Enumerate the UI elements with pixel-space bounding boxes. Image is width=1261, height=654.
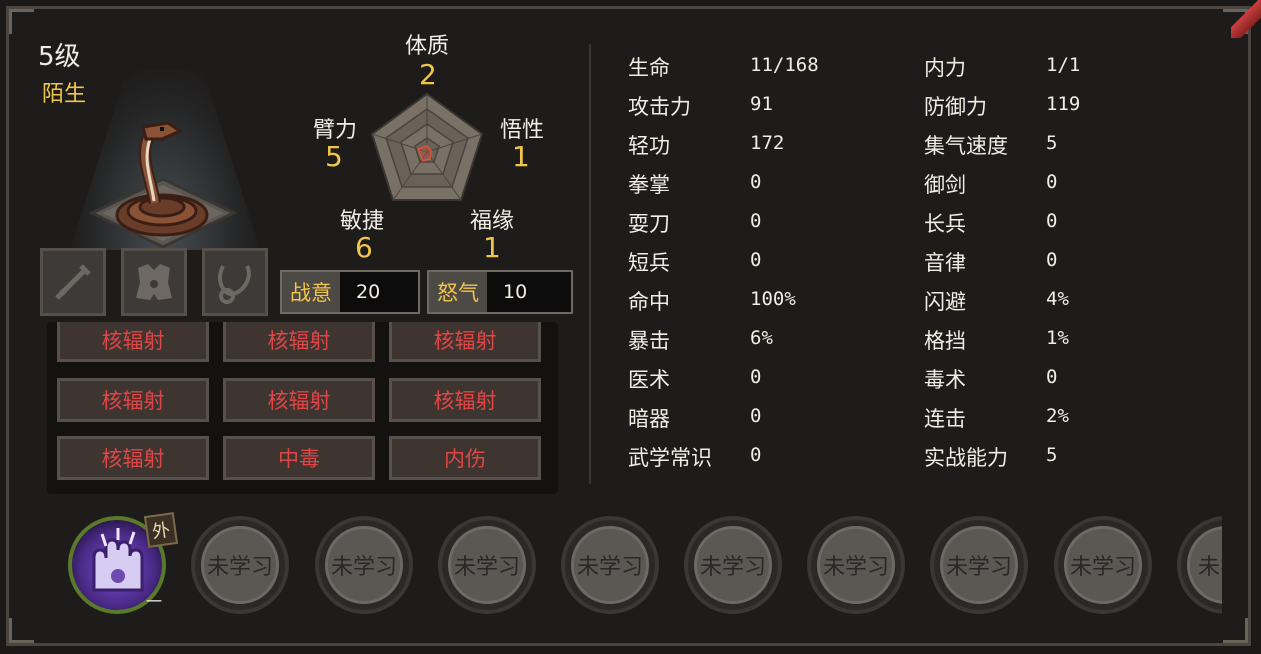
character-level: 5级 [38, 42, 81, 72]
stats_left-stat-value: 91 [750, 93, 773, 115]
necklace-icon [218, 265, 251, 304]
stats_left-stat-name: 武学常识 [628, 446, 712, 470]
zhanyi-box: 战意 20 [280, 270, 420, 314]
status-effect[interactable]: 核辐射 [57, 436, 209, 480]
stats_right-stat-value: 119 [1046, 93, 1081, 115]
stats_right-stat-value: 1% [1046, 327, 1069, 349]
nuqi-value: 10 [503, 281, 528, 303]
status-effect[interactable]: 内伤 [389, 436, 541, 480]
skill-slot-empty[interactable]: 未学习 [438, 516, 536, 614]
attr-tizhi-value: 2 [419, 58, 437, 91]
stats_left-stat-name: 命中 [628, 290, 670, 314]
stats_right-stat-value: 4% [1046, 288, 1069, 310]
stats_left-stat-name: 轻功 [628, 134, 670, 158]
attr-fuyuan-value: 1 [483, 231, 501, 264]
attribute-radar-chart [370, 92, 484, 201]
stats_right-stat-name: 集气速度 [924, 134, 1008, 158]
armor-slot[interactable] [121, 248, 187, 316]
stats_right-stat-value: 0 [1046, 171, 1058, 193]
frame-corner [9, 9, 34, 34]
stats_left-stat-value: 0 [750, 405, 762, 427]
attr-wuxing-value: 1 [512, 140, 530, 173]
stats_left-stat-value: 0 [750, 249, 762, 271]
skill-slot-empty[interactable]: 未学习 [315, 516, 413, 614]
stats_right-stat-value: 0 [1046, 249, 1058, 271]
stats_left-stat-name: 拳掌 [628, 173, 670, 197]
armor-icon [136, 264, 172, 300]
stats_right-stat-name: 实战能力 [924, 446, 1008, 470]
status-effect[interactable]: 中毒 [223, 436, 375, 480]
stats_left-stat-name: 耍刀 [628, 212, 670, 236]
stats_left-stat-name: 医术 [628, 368, 670, 392]
frame-corner [9, 618, 34, 643]
skill-slot-empty[interactable]: 未学习 [561, 516, 659, 614]
coiled-snake-icon [115, 121, 209, 237]
weapon-slot[interactable] [40, 248, 106, 316]
stats_right-stat-value: 5 [1046, 132, 1058, 154]
stats_right-stat-name: 长兵 [924, 212, 966, 236]
stats_left-stat-value: 0 [750, 366, 762, 388]
stats_left-stat-value: 0 [750, 171, 762, 193]
status-effect[interactable]: 核辐射 [389, 322, 541, 362]
zhanyi-value: 20 [356, 281, 381, 303]
attr-tizhi-label: 体质 [405, 34, 450, 59]
stats_right-stat-value: 0 [1046, 366, 1058, 388]
skill-slot-empty[interactable]: 未学习 [1054, 516, 1152, 614]
attr-minjie-value: 6 [355, 231, 373, 264]
external-skill-badge: 外 [143, 512, 179, 548]
skill-bar: 外 一 未学习 未学习 未学习 未学习 未学习 未学习 未学习 未学习 未学 [62, 510, 1222, 620]
status-effects-panel[interactable]: 核辐射 核辐射 核辐射 核辐射 核辐射 核辐射 核辐射 中毒 内伤 [47, 322, 558, 494]
skill-level-tag: 一 [146, 592, 163, 611]
stats_left-stat-value: 0 [750, 210, 762, 232]
skill-slot-empty[interactable]: 未学习 [191, 516, 289, 614]
skill-slot-empty[interactable]: 未学习 [930, 516, 1028, 614]
sword-icon [55, 264, 91, 300]
nuqi-label: 怒气 [429, 272, 487, 312]
status-effect[interactable]: 核辐射 [223, 378, 375, 422]
stats_left-stat-name: 生命 [628, 56, 670, 80]
status-effect[interactable]: 核辐射 [223, 322, 375, 362]
status-effect[interactable]: 核辐射 [57, 322, 209, 362]
status-effect[interactable]: 核辐射 [389, 378, 541, 422]
stats_right-stat-name: 连击 [924, 407, 966, 431]
stats_left-stat-value: 0 [750, 444, 762, 466]
stats_right-stat-name: 音律 [924, 251, 966, 275]
stats_right-stat-name: 内力 [924, 56, 966, 80]
zhanyi-label: 战意 [282, 272, 340, 312]
skill-slot-empty[interactable]: 未学习 [807, 516, 905, 614]
stats_left-stat-value: 11/168 [750, 54, 819, 76]
status-effect[interactable]: 核辐射 [57, 378, 209, 422]
stats_right-stat-value: 0 [1046, 210, 1058, 232]
stats_right-stat-value: 5 [1046, 444, 1058, 466]
stats_left-stat-value: 6% [750, 327, 773, 349]
stats_right-stat-name: 格挡 [924, 329, 966, 353]
stats_right-stat-name: 防御力 [924, 95, 987, 119]
stats_left-stat-name: 暗器 [628, 407, 670, 431]
skill-slot-empty[interactable]: 未学习 [684, 516, 782, 614]
stats_left-stat-name: 短兵 [628, 251, 670, 275]
stats_left-stat-value: 172 [750, 132, 785, 154]
close-ornament-icon[interactable] [1231, 0, 1261, 38]
relation-status: 陌生 [42, 82, 87, 107]
accessory-slot[interactable] [202, 248, 268, 316]
stats_right-stat-value: 1/1 [1046, 54, 1081, 76]
frame-corner [1223, 618, 1248, 643]
skill-slot-empty[interactable]: 未学 [1177, 516, 1222, 614]
stats_left-stat-name: 暴击 [628, 329, 670, 353]
stats_left-stat-name: 攻击力 [628, 95, 691, 119]
stats_left-stat-value: 100% [750, 288, 796, 310]
stats_right-stat-name: 御剑 [924, 173, 966, 197]
panel-divider [589, 44, 591, 484]
stats_right-stat-name: 毒术 [924, 368, 966, 392]
stats_right-stat-name: 闪避 [924, 290, 966, 314]
nuqi-box: 怒气 10 [427, 270, 573, 314]
stats_right-stat-value: 2% [1046, 405, 1069, 427]
attr-biliu-value: 5 [325, 140, 343, 173]
